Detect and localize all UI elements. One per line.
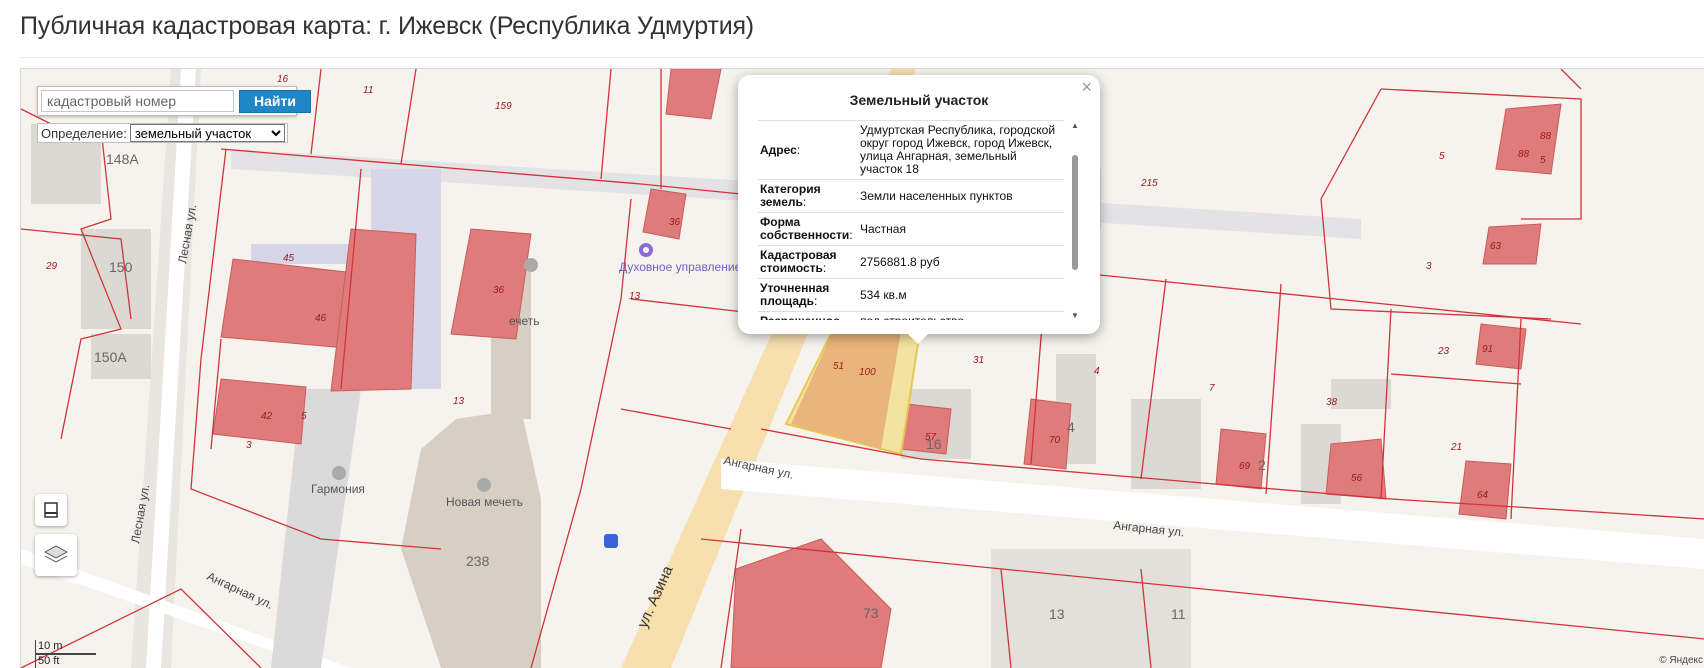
- svg-text:23: 23: [1437, 346, 1450, 357]
- svg-text:11: 11: [1171, 606, 1186, 622]
- map-scale: 10 m 50 ft: [35, 640, 96, 668]
- svg-text:13: 13: [453, 396, 465, 407]
- svg-text:42: 42: [261, 411, 273, 422]
- layers-button[interactable]: [35, 534, 77, 576]
- svg-text:36: 36: [669, 217, 681, 228]
- svg-text:5: 5: [1540, 155, 1546, 166]
- svg-text:7: 7: [1209, 383, 1215, 394]
- title-divider: [20, 57, 1704, 58]
- svg-text:5: 5: [301, 411, 307, 422]
- svg-text:73: 73: [863, 605, 879, 621]
- svg-text:21: 21: [1450, 442, 1462, 453]
- svg-text:5: 5: [1439, 151, 1445, 162]
- row-value-area: 534 кв.м: [860, 287, 907, 302]
- popup-body: Адрес: Удмуртская Республика, городской …: [758, 120, 1080, 320]
- svg-text:69: 69: [1239, 461, 1251, 472]
- map-copyright[interactable]: © Яндекс: [1659, 655, 1703, 666]
- svg-text:88: 88: [1518, 149, 1530, 160]
- search-panel: Найти: [37, 86, 311, 116]
- svg-text:3: 3: [246, 440, 252, 451]
- svg-text:88: 88: [1540, 131, 1552, 142]
- svg-text:215: 215: [1140, 178, 1158, 189]
- row-key-ownership: Форма собственности: [760, 215, 850, 242]
- building-mosque: [401, 409, 541, 668]
- svg-text:29: 29: [45, 261, 58, 272]
- row-value-cost: 2756881.8 руб: [860, 254, 940, 269]
- poi-new-mosque-icon: [477, 478, 491, 492]
- svg-text:16: 16: [277, 74, 289, 85]
- find-button[interactable]: Найти: [239, 89, 311, 113]
- svg-text:150А: 150А: [94, 349, 127, 365]
- svg-text:38: 38: [1326, 397, 1338, 408]
- row-value-permitted-use: под строительство индивидуального жилого…: [858, 312, 1064, 321]
- building-grey: [81, 229, 151, 329]
- table-row: Адрес: Удмуртская Республика, городской …: [758, 120, 1064, 180]
- poi-label-new-mosque: Новая мечеть: [446, 495, 523, 509]
- poi-label-mosque-part: ечеть: [509, 314, 540, 328]
- poi-garmoniya-icon: [332, 466, 346, 480]
- svg-text:46: 46: [315, 313, 327, 324]
- svg-text:13: 13: [629, 291, 641, 302]
- table-row: Разрешенное использование: под строитель…: [758, 311, 1064, 321]
- svg-text:100: 100: [859, 367, 876, 378]
- svg-text:3: 3: [1426, 261, 1432, 272]
- svg-text:150: 150: [109, 259, 133, 275]
- svg-text:11: 11: [363, 85, 373, 96]
- row-key-permitted-use: Разрешенное использование: [760, 314, 852, 321]
- svg-text:91: 91: [1482, 344, 1493, 355]
- svg-text:56: 56: [1351, 473, 1363, 484]
- scroll-down-icon[interactable]: ▼: [1070, 311, 1080, 321]
- popup-tail: [908, 334, 928, 344]
- svg-text:36: 36: [493, 285, 505, 296]
- row-key-category: Категория земель: [760, 182, 821, 209]
- row-value-category: Земли населенных пунктов: [860, 188, 1013, 203]
- building-lilac: [251, 244, 361, 264]
- table-row: Уточненная площадь: 534 кв.м: [758, 278, 1064, 312]
- ruler-icon: [44, 502, 58, 518]
- page-title: Публичная кадастровая карта: г. Ижевск (…: [20, 12, 754, 40]
- row-value-ownership: Частная: [860, 221, 906, 236]
- svg-text:13: 13: [1049, 606, 1065, 622]
- scroll-up-icon[interactable]: ▲: [1070, 121, 1080, 131]
- svg-text:31: 31: [973, 355, 984, 366]
- definition-label: Определение:: [41, 125, 127, 141]
- svg-text:238: 238: [466, 553, 490, 569]
- cadastral-number-input[interactable]: [41, 90, 234, 112]
- poi-label-garmoniya: Гармония: [311, 482, 365, 496]
- svg-text:70: 70: [1049, 435, 1061, 446]
- definition-select[interactable]: земельный участок: [129, 124, 285, 142]
- definition-row: Определение: земельный участок: [37, 123, 288, 143]
- street-label-angarnaya-3: Ангарная ул.: [205, 569, 276, 612]
- svg-text:4: 4: [1067, 419, 1075, 435]
- cadastral-map[interactable]: 148А 150 150А 238 16 4 2 13 11 73 16 11 15…: [20, 68, 1704, 668]
- parcel-info-popup: × Земельный участок Адрес: Удмуртская Ре…: [738, 75, 1100, 344]
- house-number-label: 148А: [106, 151, 139, 167]
- scale-imperial: 50 ft: [35, 654, 96, 668]
- table-row: Форма собственности: Частная: [758, 212, 1064, 246]
- svg-text:2: 2: [1258, 457, 1266, 473]
- svg-text:159: 159: [495, 101, 512, 112]
- svg-text:64: 64: [1477, 490, 1489, 501]
- parcel-info-table: Адрес: Удмуртская Республика, городской …: [758, 120, 1064, 320]
- svg-text:57: 57: [925, 432, 937, 443]
- table-row: Категория земель: Земли населенных пункт…: [758, 179, 1064, 213]
- svg-text:4: 4: [1094, 366, 1100, 377]
- row-key-address: Адрес: [760, 142, 797, 157]
- row-key-area: Уточненная площадь: [760, 281, 830, 308]
- scale-metric: 10 m: [35, 640, 96, 654]
- scrollbar-thumb[interactable]: [1072, 155, 1078, 270]
- svg-text:51: 51: [833, 361, 844, 372]
- table-row: Кадастровая стоимость: 2756881.8 руб: [758, 245, 1064, 279]
- popup-scrollbar[interactable]: ▲ ▼: [1070, 121, 1080, 321]
- bus-stop-icon: [604, 534, 618, 548]
- ruler-button[interactable]: [35, 494, 67, 526]
- close-icon[interactable]: ×: [1081, 77, 1092, 97]
- row-value-address: Удмуртская Республика, городской округ г…: [860, 123, 1056, 176]
- layers-icon: [43, 545, 69, 563]
- svg-text:45: 45: [283, 253, 295, 264]
- road-angarnaya: [721, 459, 1704, 569]
- popup-title: Земельный участок: [849, 92, 989, 108]
- svg-text:63: 63: [1490, 241, 1502, 252]
- poi-mosque-icon: [524, 258, 538, 272]
